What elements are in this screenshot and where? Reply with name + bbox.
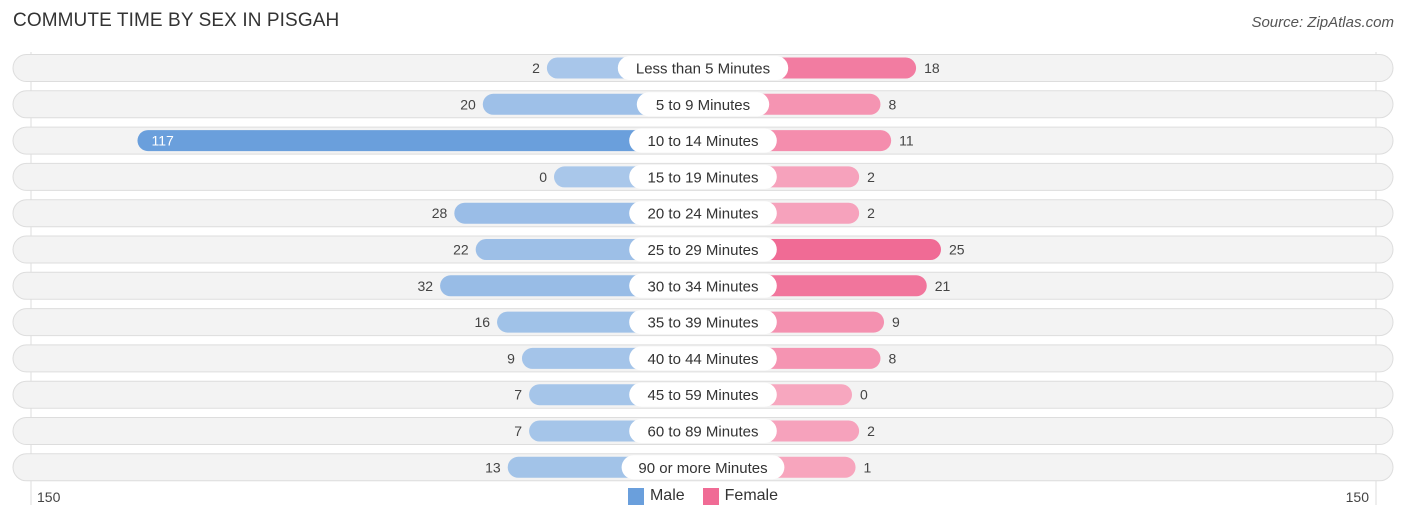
legend-item-female: Female bbox=[702, 487, 779, 505]
legend-swatch-female bbox=[702, 487, 719, 505]
female-value-label: 25 bbox=[949, 242, 965, 258]
legend-label-female: Female bbox=[724, 487, 779, 504]
male-value-label: 28 bbox=[432, 205, 448, 221]
category-label: Less than 5 Minutes bbox=[636, 61, 770, 78]
female-value-label: 2 bbox=[867, 205, 875, 221]
male-value-label: 20 bbox=[460, 96, 476, 112]
category-label: 20 to 24 Minutes bbox=[648, 206, 759, 223]
male-value-label: 9 bbox=[507, 350, 515, 366]
category-label: 45 to 59 Minutes bbox=[648, 387, 759, 404]
category-label: 10 to 14 Minutes bbox=[648, 133, 759, 150]
category-label: 60 to 89 Minutes bbox=[648, 424, 759, 441]
female-value-label: 2 bbox=[867, 169, 875, 185]
male-bar bbox=[137, 130, 704, 152]
category-label: 25 to 29 Minutes bbox=[648, 242, 759, 259]
category-label: 5 to 9 Minutes bbox=[656, 97, 750, 114]
female-value-label: 1 bbox=[864, 459, 872, 475]
male-value-label: 7 bbox=[514, 387, 522, 403]
legend: Male Female bbox=[0, 487, 1406, 505]
male-value-label: 0 bbox=[539, 169, 547, 185]
male-value-label: 2 bbox=[532, 60, 540, 76]
male-value-label: 7 bbox=[514, 423, 522, 439]
male-value-label: 117 bbox=[151, 133, 174, 149]
female-value-label: 9 bbox=[892, 314, 900, 330]
category-label: 35 to 39 Minutes bbox=[648, 315, 759, 332]
chart-svg: Less than 5 Minutes2 185 to 9 Minutes20 81… bbox=[12, 52, 1394, 505]
female-value-label: 21 bbox=[935, 278, 951, 294]
female-value-label: 8 bbox=[888, 350, 896, 366]
category-label: 15 to 19 Minutes bbox=[648, 169, 759, 186]
male-value-label: 16 bbox=[474, 314, 490, 330]
legend-swatch-male bbox=[627, 487, 644, 505]
legend-label-male: Male bbox=[649, 487, 685, 504]
male-value-label: 22 bbox=[453, 242, 469, 258]
female-value-label: 18 bbox=[924, 60, 940, 76]
female-value-label: 2 bbox=[867, 423, 875, 439]
male-value-label: 13 bbox=[485, 459, 501, 475]
male-value-label: 32 bbox=[418, 278, 434, 294]
category-label: 40 to 44 Minutes bbox=[648, 351, 759, 368]
female-value-label: 8 bbox=[888, 96, 896, 112]
category-label: 90 or more Minutes bbox=[638, 460, 767, 477]
category-label: 30 to 34 Minutes bbox=[648, 278, 759, 295]
legend-item-male: Male bbox=[627, 487, 685, 505]
female-value-label: 0 bbox=[860, 387, 868, 403]
female-value-label: 11 bbox=[899, 133, 914, 149]
